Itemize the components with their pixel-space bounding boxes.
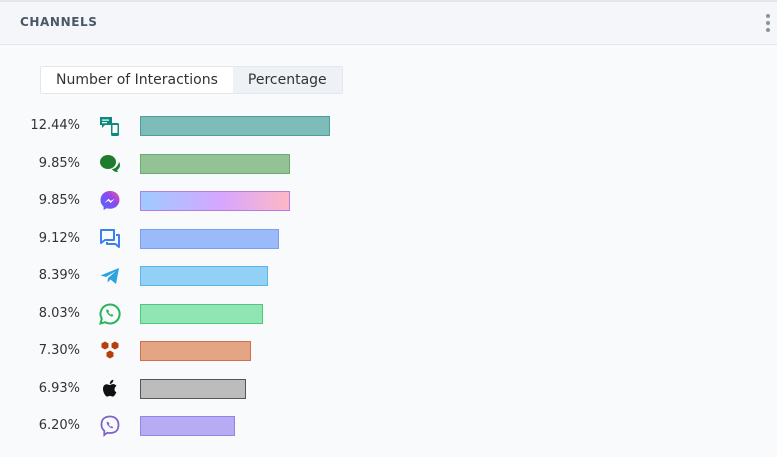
messenger-icon	[98, 189, 122, 213]
whatsapp-icon	[98, 302, 122, 326]
sms-device-icon	[98, 114, 122, 138]
channel-row: 8.39%	[0, 264, 777, 288]
channel-row: 7.30%	[0, 339, 777, 363]
bar-apple[interactable]	[140, 378, 246, 399]
apple-icon	[98, 377, 122, 401]
hexagon-cluster-icon	[98, 339, 122, 363]
bar-whatsapp[interactable]	[140, 303, 263, 324]
channel-row: 9.85%	[0, 189, 777, 213]
data-label: 9.85%	[38, 193, 80, 208]
channel-row: 9.85%	[0, 152, 777, 176]
webchat-icon	[98, 227, 122, 251]
bar-messenger[interactable]	[140, 191, 290, 211]
data-label: 9.85%	[38, 155, 80, 171]
channel-row: 6.93%	[0, 377, 777, 401]
bar-telegram[interactable]	[140, 266, 268, 286]
data-label: 6.20%	[38, 418, 80, 433]
bar-viber[interactable]	[140, 416, 235, 436]
channel-row: 12.44%	[0, 114, 777, 138]
bar-hex-channel[interactable]	[140, 341, 251, 361]
channel-row: 8.03%	[0, 302, 777, 326]
bar-chat[interactable]	[140, 153, 290, 174]
data-label: 8.03%	[38, 305, 80, 321]
bar-sms[interactable]	[140, 116, 330, 136]
data-label: 8.39%	[38, 268, 80, 283]
viber-icon	[98, 414, 122, 438]
telegram-icon	[98, 264, 122, 288]
channel-bar-chart: 12.44% 9.85% 9.85% 9.12% 8.39% 8.03% 7.30…	[0, 0, 777, 457]
data-label: 7.30%	[38, 343, 80, 358]
chat-bubbles-icon	[98, 152, 122, 176]
bar-webchat[interactable]	[140, 228, 279, 249]
channel-row: 6.20%	[0, 414, 777, 438]
data-label: 12.44%	[30, 118, 80, 133]
data-label: 9.12%	[38, 230, 80, 246]
data-label: 6.93%	[38, 380, 80, 396]
channel-row: 9.12%	[0, 227, 777, 251]
